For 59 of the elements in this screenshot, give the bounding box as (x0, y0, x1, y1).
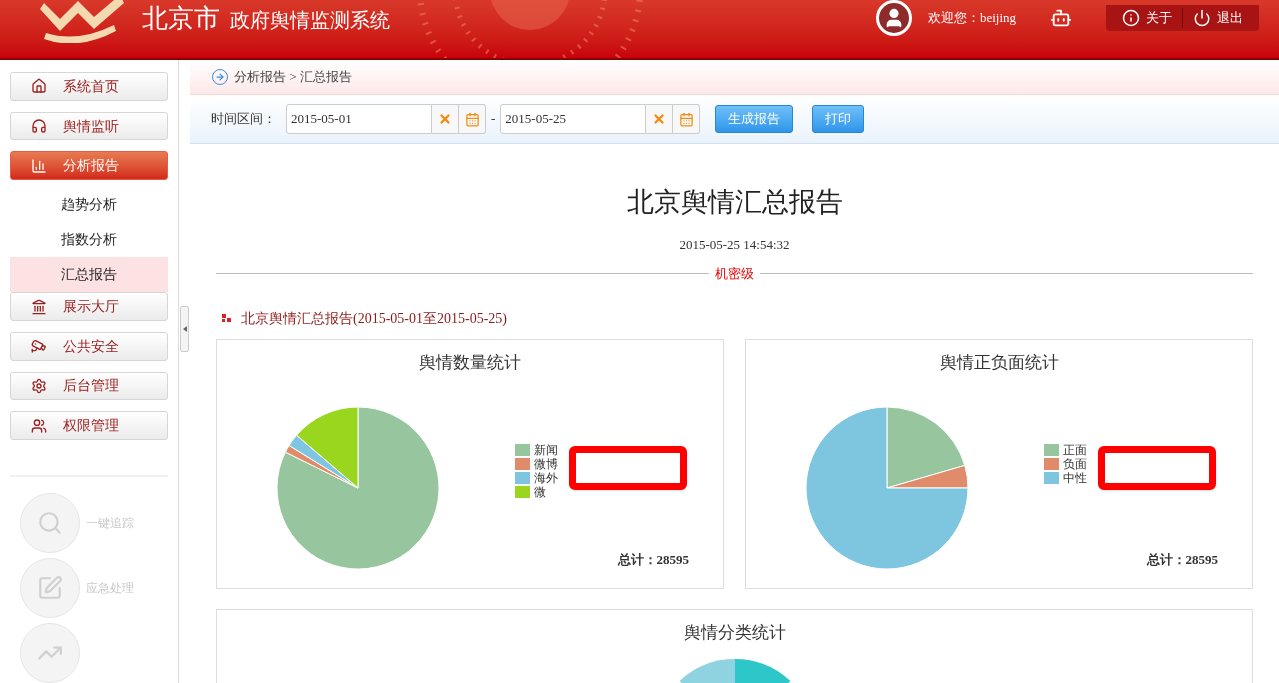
headphones-icon (31, 118, 47, 135)
legend-label: 正面 (1063, 443, 1087, 457)
house-icon (31, 78, 47, 95)
legend-label: 微 (534, 485, 546, 499)
clear-icon (438, 112, 452, 126)
gear-icon (31, 377, 47, 394)
welcome-text: 欢迎您：beijing (927, 9, 1016, 28)
collapse-handle[interactable] (180, 306, 189, 352)
nav-button[interactable]: 公共安全 (10, 331, 168, 361)
range-separator: - (491, 110, 496, 129)
calendar-button[interactable] (673, 104, 701, 134)
clear-button[interactable] (646, 104, 674, 134)
total-text: 总计：28595 (617, 551, 689, 569)
clear-icon (652, 112, 667, 126)
subnav-item[interactable]: 指数分析 (10, 222, 168, 258)
bullet-icon (222, 313, 231, 323)
bar-chart-icon (31, 157, 47, 174)
legend-label: 微博 (534, 457, 558, 471)
section-heading: 北京舆情汇总报告(2015-05-01至2015-05-25) (241, 309, 507, 328)
calendar-button[interactable] (459, 104, 486, 134)
logout-button[interactable]: 退出 (1182, 8, 1249, 28)
chart-title: 舆情分类统计 (683, 621, 786, 644)
nav-button[interactable]: 舆情监听 (10, 111, 168, 141)
people-icon (31, 417, 47, 434)
legend-label: 新闻 (534, 443, 558, 457)
report-datetime: 2015-05-25 14:54:32 (678, 235, 791, 254)
chart-title: 舆情正负面统计 (938, 351, 1060, 374)
camera-icon (31, 338, 47, 355)
power-icon (1193, 9, 1211, 27)
chart-title: 舆情数量统计 (418, 351, 522, 374)
time-range-label: 时间区间： (211, 110, 276, 129)
calendar-icon (678, 111, 694, 127)
legend-label: 负面 (1063, 457, 1087, 471)
columns-building-icon (31, 298, 47, 315)
breadcrumb-text: 分析报告 > 汇总报告 (234, 68, 352, 87)
nav-button[interactable]: 后台管理 (10, 371, 168, 401)
nav-button[interactable]: 展示大厅 (10, 292, 168, 321)
subnav-item[interactable]: 汇总报告 (10, 257, 168, 293)
nav-button[interactable]: 权限管理 (10, 411, 168, 441)
city-title: 北京市 (142, 2, 220, 35)
info-icon (1122, 9, 1140, 27)
about-button[interactable]: 关于 (1116, 8, 1178, 28)
avatar-icon (875, 0, 912, 36)
date-field[interactable]: 2015-05-25 (500, 104, 647, 134)
classification-label: 机密级 (714, 265, 755, 283)
date-field[interactable]: 2015-05-01 (286, 104, 432, 134)
caret-icon (182, 326, 187, 332)
system-title: 政府舆情监测系统 (230, 8, 390, 33)
nav-button[interactable]: 分析报告 (10, 151, 168, 181)
total-text: 总计：28595 (1146, 551, 1218, 569)
report-title: 北京舆情汇总报告 (625, 186, 844, 219)
legend-label: 中性 (1063, 471, 1087, 485)
subnav-item[interactable]: 趋势分析 (10, 187, 168, 223)
legend-label: 海外 (534, 471, 558, 485)
search-icon (37, 510, 63, 537)
clear-button[interactable] (432, 104, 459, 134)
edit-icon (37, 575, 63, 602)
calendar-icon (464, 111, 480, 127)
nav-button[interactable]: 系统首页 (10, 72, 168, 101)
